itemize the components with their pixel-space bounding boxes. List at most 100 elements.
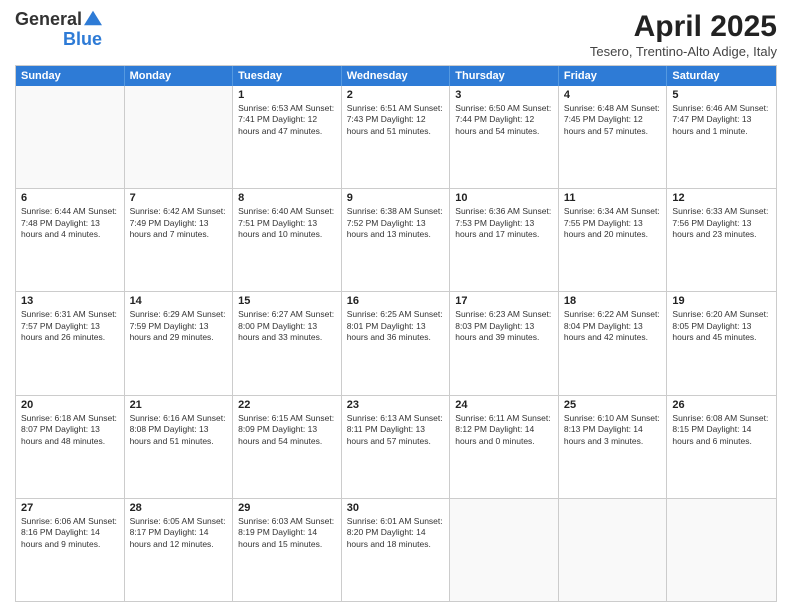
cell-info: Sunrise: 6:42 AM Sunset: 7:49 PM Dayligh… — [130, 206, 228, 240]
day-number: 6 — [21, 192, 119, 204]
title-block: April 2025 Tesero, Trentino-Alto Adige, … — [590, 10, 777, 59]
day-number: 5 — [672, 89, 771, 101]
calendar-cell-3-3: 23 Sunrise: 6:13 AM Sunset: 8:11 PM Dayli… — [342, 396, 451, 498]
cell-info: Sunrise: 6:25 AM Sunset: 8:01 PM Dayligh… — [347, 309, 445, 343]
day-number: 2 — [347, 89, 445, 101]
day-number: 18 — [564, 295, 662, 307]
calendar-cell-2-0: 13 Sunrise: 6:31 AM Sunset: 7:57 PM Dayli… — [16, 292, 125, 394]
calendar-cell-1-0: 6 Sunrise: 6:44 AM Sunset: 7:48 PM Daylig… — [16, 189, 125, 291]
day-number: 10 — [455, 192, 553, 204]
cell-info: Sunrise: 6:03 AM Sunset: 8:19 PM Dayligh… — [238, 516, 336, 550]
calendar-cell-2-1: 14 Sunrise: 6:29 AM Sunset: 7:59 PM Dayli… — [125, 292, 234, 394]
cell-info: Sunrise: 6:27 AM Sunset: 8:00 PM Dayligh… — [238, 309, 336, 343]
calendar-cell-0-6: 5 Sunrise: 6:46 AM Sunset: 7:47 PM Daylig… — [667, 86, 776, 188]
calendar-cell-3-6: 26Sunrise: 6:08 AM Sunset: 8:15 PM Dayli… — [667, 396, 776, 498]
cell-info: Sunrise: 6:05 AM Sunset: 8:17 PM Dayligh… — [130, 516, 228, 550]
cell-info: Sunrise: 6:53 AM Sunset: 7:41 PM Dayligh… — [238, 103, 336, 137]
day-number: 22 — [238, 399, 336, 411]
day-number: 14 — [130, 295, 228, 307]
weekday-header-monday: Monday — [125, 66, 234, 86]
calendar-row-3: 20 Sunrise: 6:18 AM Sunset: 8:07 PM Dayli… — [16, 395, 776, 498]
calendar-cell-4-4 — [450, 499, 559, 601]
calendar-row-2: 13 Sunrise: 6:31 AM Sunset: 7:57 PM Dayli… — [16, 291, 776, 394]
calendar-cell-3-2: 22Sunrise: 6:15 AM Sunset: 8:09 PM Dayli… — [233, 396, 342, 498]
calendar-cell-3-1: 21 Sunrise: 6:16 AM Sunset: 8:08 PM Dayli… — [125, 396, 234, 498]
cell-info: Sunrise: 6:18 AM Sunset: 8:07 PM Dayligh… — [21, 413, 119, 447]
location: Tesero, Trentino-Alto Adige, Italy — [590, 44, 777, 59]
calendar-cell-3-0: 20 Sunrise: 6:18 AM Sunset: 8:07 PM Dayli… — [16, 396, 125, 498]
calendar-cell-2-3: 16 Sunrise: 6:25 AM Sunset: 8:01 PM Dayli… — [342, 292, 451, 394]
day-number: 28 — [130, 502, 228, 514]
weekday-header-saturday: Saturday — [667, 66, 776, 86]
cell-info: Sunrise: 6:08 AM Sunset: 8:15 PM Dayligh… — [672, 413, 771, 447]
page: General Blue April 2025 Tesero, Trentino… — [0, 0, 792, 612]
day-number: 25 — [564, 399, 662, 411]
calendar-cell-4-3: 30Sunrise: 6:01 AM Sunset: 8:20 PM Dayli… — [342, 499, 451, 601]
calendar-cell-4-5 — [559, 499, 668, 601]
calendar-row-0: 1 Sunrise: 6:53 AM Sunset: 7:41 PM Daylig… — [16, 86, 776, 188]
calendar-cell-1-2: 8Sunrise: 6:40 AM Sunset: 7:51 PM Daylig… — [233, 189, 342, 291]
calendar-cell-1-3: 9 Sunrise: 6:38 AM Sunset: 7:52 PM Daylig… — [342, 189, 451, 291]
cell-info: Sunrise: 6:40 AM Sunset: 7:51 PM Dayligh… — [238, 206, 336, 240]
cell-info: Sunrise: 6:38 AM Sunset: 7:52 PM Dayligh… — [347, 206, 445, 240]
cell-info: Sunrise: 6:29 AM Sunset: 7:59 PM Dayligh… — [130, 309, 228, 343]
day-number: 19 — [672, 295, 771, 307]
calendar-cell-2-4: 17Sunrise: 6:23 AM Sunset: 8:03 PM Dayli… — [450, 292, 559, 394]
calendar-cell-0-3: 2Sunrise: 6:51 AM Sunset: 7:43 PM Daylig… — [342, 86, 451, 188]
cell-info: Sunrise: 6:11 AM Sunset: 8:12 PM Dayligh… — [455, 413, 553, 447]
weekday-header-thursday: Thursday — [450, 66, 559, 86]
cell-info: Sunrise: 6:34 AM Sunset: 7:55 PM Dayligh… — [564, 206, 662, 240]
day-number: 1 — [238, 89, 336, 101]
calendar-cell-0-1 — [125, 86, 234, 188]
cell-info: Sunrise: 6:33 AM Sunset: 7:56 PM Dayligh… — [672, 206, 771, 240]
day-number: 30 — [347, 502, 445, 514]
weekday-header-tuesday: Tuesday — [233, 66, 342, 86]
calendar-cell-4-2: 29 Sunrise: 6:03 AM Sunset: 8:19 PM Dayli… — [233, 499, 342, 601]
calendar-cell-1-5: 11 Sunrise: 6:34 AM Sunset: 7:55 PM Dayli… — [559, 189, 668, 291]
month-title: April 2025 — [590, 10, 777, 44]
calendar-row-1: 6 Sunrise: 6:44 AM Sunset: 7:48 PM Daylig… — [16, 188, 776, 291]
calendar-cell-2-5: 18 Sunrise: 6:22 AM Sunset: 8:04 PM Dayli… — [559, 292, 668, 394]
calendar-body: 1 Sunrise: 6:53 AM Sunset: 7:41 PM Daylig… — [16, 86, 776, 601]
calendar-cell-3-5: 25Sunrise: 6:10 AM Sunset: 8:13 PM Dayli… — [559, 396, 668, 498]
calendar-cell-2-2: 15 Sunrise: 6:27 AM Sunset: 8:00 PM Dayli… — [233, 292, 342, 394]
day-number: 12 — [672, 192, 771, 204]
day-number: 20 — [21, 399, 119, 411]
calendar-cell-1-4: 10 Sunrise: 6:36 AM Sunset: 7:53 PM Dayli… — [450, 189, 559, 291]
day-number: 15 — [238, 295, 336, 307]
day-number: 11 — [564, 192, 662, 204]
day-number: 16 — [347, 295, 445, 307]
weekday-header-friday: Friday — [559, 66, 668, 86]
day-number: 23 — [347, 399, 445, 411]
cell-info: Sunrise: 6:20 AM Sunset: 8:05 PM Dayligh… — [672, 309, 771, 343]
day-number: 29 — [238, 502, 336, 514]
cell-info: Sunrise: 6:50 AM Sunset: 7:44 PM Dayligh… — [455, 103, 553, 137]
cell-info: Sunrise: 6:36 AM Sunset: 7:53 PM Dayligh… — [455, 206, 553, 240]
calendar-cell-4-0: 27Sunrise: 6:06 AM Sunset: 8:16 PM Dayli… — [16, 499, 125, 601]
calendar-row-4: 27Sunrise: 6:06 AM Sunset: 8:16 PM Dayli… — [16, 498, 776, 601]
day-number: 17 — [455, 295, 553, 307]
day-number: 3 — [455, 89, 553, 101]
cell-info: Sunrise: 6:46 AM Sunset: 7:47 PM Dayligh… — [672, 103, 771, 137]
logo: General Blue — [15, 10, 102, 50]
day-number: 9 — [347, 192, 445, 204]
cell-info: Sunrise: 6:13 AM Sunset: 8:11 PM Dayligh… — [347, 413, 445, 447]
calendar-cell-1-6: 12 Sunrise: 6:33 AM Sunset: 7:56 PM Dayli… — [667, 189, 776, 291]
day-number: 13 — [21, 295, 119, 307]
calendar-cell-4-6 — [667, 499, 776, 601]
cell-info: Sunrise: 6:22 AM Sunset: 8:04 PM Dayligh… — [564, 309, 662, 343]
calendar-cell-0-2: 1 Sunrise: 6:53 AM Sunset: 7:41 PM Daylig… — [233, 86, 342, 188]
logo-general-text: General — [15, 10, 82, 30]
cell-info: Sunrise: 6:44 AM Sunset: 7:48 PM Dayligh… — [21, 206, 119, 240]
calendar-cell-1-1: 7Sunrise: 6:42 AM Sunset: 7:49 PM Daylig… — [125, 189, 234, 291]
cell-info: Sunrise: 6:31 AM Sunset: 7:57 PM Dayligh… — [21, 309, 119, 343]
cell-info: Sunrise: 6:16 AM Sunset: 8:08 PM Dayligh… — [130, 413, 228, 447]
calendar-cell-0-0 — [16, 86, 125, 188]
logo-icon — [84, 9, 102, 27]
calendar-cell-0-4: 3 Sunrise: 6:50 AM Sunset: 7:44 PM Daylig… — [450, 86, 559, 188]
cell-info: Sunrise: 6:06 AM Sunset: 8:16 PM Dayligh… — [21, 516, 119, 550]
day-number: 21 — [130, 399, 228, 411]
cell-info: Sunrise: 6:48 AM Sunset: 7:45 PM Dayligh… — [564, 103, 662, 137]
day-number: 24 — [455, 399, 553, 411]
calendar-cell-3-4: 24 Sunrise: 6:11 AM Sunset: 8:12 PM Dayli… — [450, 396, 559, 498]
